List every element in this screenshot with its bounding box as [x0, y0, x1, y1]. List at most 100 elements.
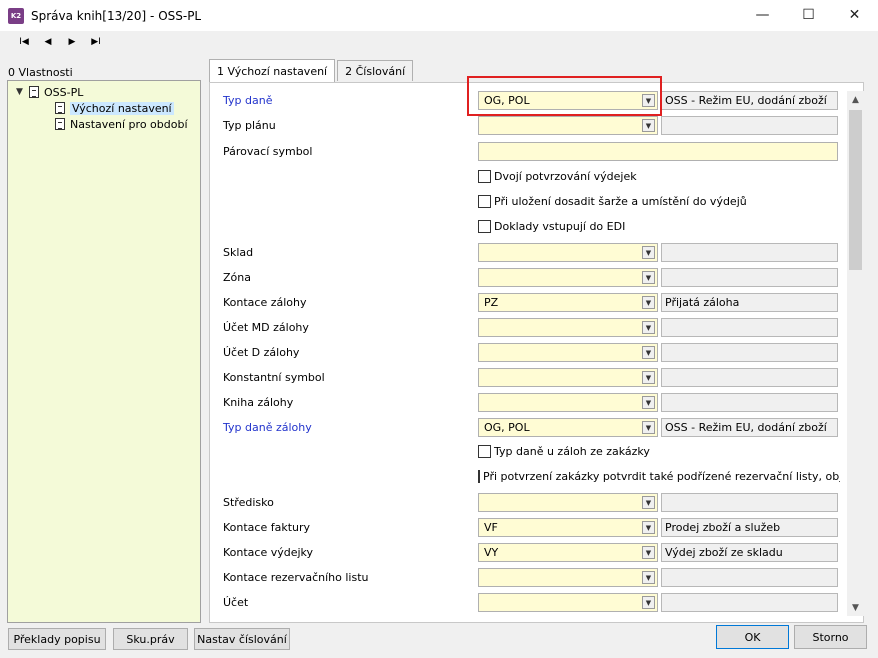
sklad-label: Sklad [223, 246, 254, 259]
next-record-button[interactable]: ▶ [60, 33, 84, 51]
kniha-zalohy-desc [661, 393, 838, 412]
typ-dane-zalohy-value: OG, POL [484, 421, 530, 434]
preklady-popisu-button[interactable]: Překlady popisu [8, 628, 106, 650]
konstantni-symbol-label: Konstantní symbol [223, 371, 325, 384]
tree-root-label: OSS-PL [44, 85, 84, 99]
potvrzeni-checkbox-row[interactable]: Při potvrzení zakázky potvrdit také podř… [478, 470, 840, 483]
tab-vychozi-nastaveni[interactable]: 1 Výchozí nastavení [209, 59, 336, 82]
dropdown-arrow-icon[interactable]: ▼ [642, 496, 655, 509]
stredisko-label: Středisko [223, 496, 274, 509]
tab-strip: 1 Výchozí nastavení 2 Číslování [209, 59, 415, 82]
navigation-toolbar: I◀ ◀ ▶ ▶I [0, 31, 878, 53]
kontace-vydejky-select[interactable]: VY ▼ [478, 543, 658, 562]
typ-dane-zalohy-select[interactable]: OG, POL ▼ [478, 418, 658, 437]
checkbox-label: Dvojí potvrzování výdejek [494, 170, 637, 183]
typ-dane-zalohy-label: Typ daně zálohy [223, 421, 312, 434]
konstantni-symbol-desc [661, 368, 838, 387]
tab-cislovani[interactable]: 2 Číslování [337, 60, 414, 81]
ucet-md-zalohy-select[interactable]: ▼ [478, 318, 658, 337]
ok-button[interactable]: OK [716, 625, 789, 649]
kontace-faktury-select[interactable]: VF ▼ [478, 518, 658, 537]
kontace-zalohy-desc: Přijatá záloha [661, 293, 838, 312]
close-button[interactable]: ✕ [832, 0, 877, 30]
sklad-desc [661, 243, 838, 262]
typ-dane-zakazky-checkbox[interactable] [478, 445, 491, 458]
dropdown-arrow-icon[interactable]: ▼ [642, 596, 655, 609]
dropdown-arrow-icon[interactable]: ▼ [642, 421, 655, 434]
potvrzeni-checkbox[interactable] [478, 470, 480, 483]
nastav-cislovani-button[interactable]: Nastav číslování [194, 628, 290, 650]
checkbox-label: Při uložení dosadit šarže a umístění do … [494, 195, 747, 208]
dropdown-arrow-icon[interactable]: ▼ [642, 246, 655, 259]
checkbox-label: Doklady vstupují do EDI [494, 220, 626, 233]
typ-dane-zalohy-desc: OSS - Režim EU, dodání zboží [661, 418, 838, 437]
collapse-icon[interactable]: ▼ [16, 87, 26, 97]
kontace-rezervacniho-listu-select[interactable]: ▼ [478, 568, 658, 587]
edi-checkbox-row[interactable]: Doklady vstupují do EDI [478, 220, 625, 233]
stredisko-select[interactable]: ▼ [478, 493, 658, 512]
dropdown-arrow-icon[interactable]: ▼ [642, 296, 655, 309]
dropdown-arrow-icon[interactable]: ▼ [642, 346, 655, 359]
ucet-md-zalohy-desc [661, 318, 838, 337]
typ-planu-select[interactable]: ▼ [478, 116, 658, 135]
kontace-rezervacniho-listu-desc [661, 568, 838, 587]
previous-record-button[interactable]: ◀ [36, 33, 60, 51]
form-scrollbar[interactable]: ▲ ▼ [847, 91, 864, 616]
scroll-thumb[interactable] [849, 110, 862, 270]
dvoji-potvrzovani-checkbox[interactable] [478, 170, 491, 183]
kontace-faktury-label: Kontace faktury [223, 521, 311, 534]
highlight-box [467, 76, 662, 116]
edi-checkbox[interactable] [478, 220, 491, 233]
zona-select[interactable]: ▼ [478, 268, 658, 287]
dropdown-arrow-icon[interactable]: ▼ [642, 396, 655, 409]
kontace-zalohy-value: PZ [484, 296, 499, 309]
properties-tree: ▼ OSS-PL Výchozí nastavení Nastavení pro… [7, 80, 201, 623]
document-icon [55, 102, 65, 114]
tree-item-label: Výchozí nastavení [70, 101, 174, 115]
sarze-checkbox[interactable] [478, 195, 491, 208]
dropdown-arrow-icon[interactable]: ▼ [642, 321, 655, 334]
parovaci-symbol-input[interactable] [478, 142, 838, 161]
form-panel: Typ daně OG, POL ▼ OSS - Režim EU, dodán… [209, 82, 864, 623]
last-record-button[interactable]: ▶I [84, 33, 108, 51]
sku-prav-button[interactable]: Sku.práv [113, 628, 188, 650]
document-icon [55, 118, 65, 130]
kontace-rezervacniho-listu-label: Kontace rezervačního listu [223, 571, 369, 584]
kniha-zalohy-label: Kniha zálohy [223, 396, 294, 409]
scroll-down-icon[interactable]: ▼ [847, 599, 864, 616]
dropdown-arrow-icon[interactable]: ▼ [642, 546, 655, 559]
ucet-d-zalohy-select[interactable]: ▼ [478, 343, 658, 362]
first-record-button[interactable]: I◀ [12, 33, 36, 51]
kontace-zalohy-select[interactable]: PZ ▼ [478, 293, 658, 312]
kontace-zalohy-label: Kontace zálohy [223, 296, 307, 309]
dropdown-arrow-icon[interactable]: ▼ [642, 371, 655, 384]
minimize-button[interactable]: — [740, 0, 785, 30]
sarze-checkbox-row[interactable]: Při uložení dosadit šarže a umístění do … [478, 195, 747, 208]
kontace-vydejky-label: Kontace výdejky [223, 546, 314, 559]
maximize-button[interactable]: ☐ [786, 0, 831, 30]
tree-root[interactable]: ▼ OSS-PL [16, 84, 83, 100]
typ-planu-label: Typ plánu [223, 119, 276, 132]
konstantni-symbol-select[interactable]: ▼ [478, 368, 658, 387]
storno-button[interactable]: Storno [794, 625, 867, 649]
title-bar: K2 Správa knih[13/20] - OSS-PL — ☐ ✕ [0, 0, 878, 31]
dvoji-potvrzovani-checkbox-row[interactable]: Dvojí potvrzování výdejek [478, 170, 637, 183]
dropdown-arrow-icon[interactable]: ▼ [642, 571, 655, 584]
dropdown-arrow-icon[interactable]: ▼ [642, 119, 655, 132]
kontace-faktury-value: VF [484, 521, 498, 534]
typ-dane-label: Typ daně [223, 94, 273, 107]
scroll-up-icon[interactable]: ▲ [847, 91, 864, 108]
ucet-label: Účet [223, 596, 249, 609]
ucet-d-zalohy-desc [661, 343, 838, 362]
ucet-select[interactable]: ▼ [478, 593, 658, 612]
properties-tab-label[interactable]: 0 Vlastnosti [8, 66, 73, 79]
tree-item-obdobi[interactable]: Nastavení pro období [55, 116, 188, 132]
typ-dane-zakazky-checkbox-row[interactable]: Typ daně u záloh ze zakázky [478, 445, 650, 458]
stredisko-desc [661, 493, 838, 512]
dropdown-arrow-icon[interactable]: ▼ [642, 521, 655, 534]
tree-item-vychozi[interactable]: Výchozí nastavení [55, 100, 174, 116]
kniha-zalohy-select[interactable]: ▼ [478, 393, 658, 412]
dropdown-arrow-icon[interactable]: ▼ [642, 271, 655, 284]
sklad-select[interactable]: ▼ [478, 243, 658, 262]
kontace-vydejky-value: VY [484, 546, 499, 559]
